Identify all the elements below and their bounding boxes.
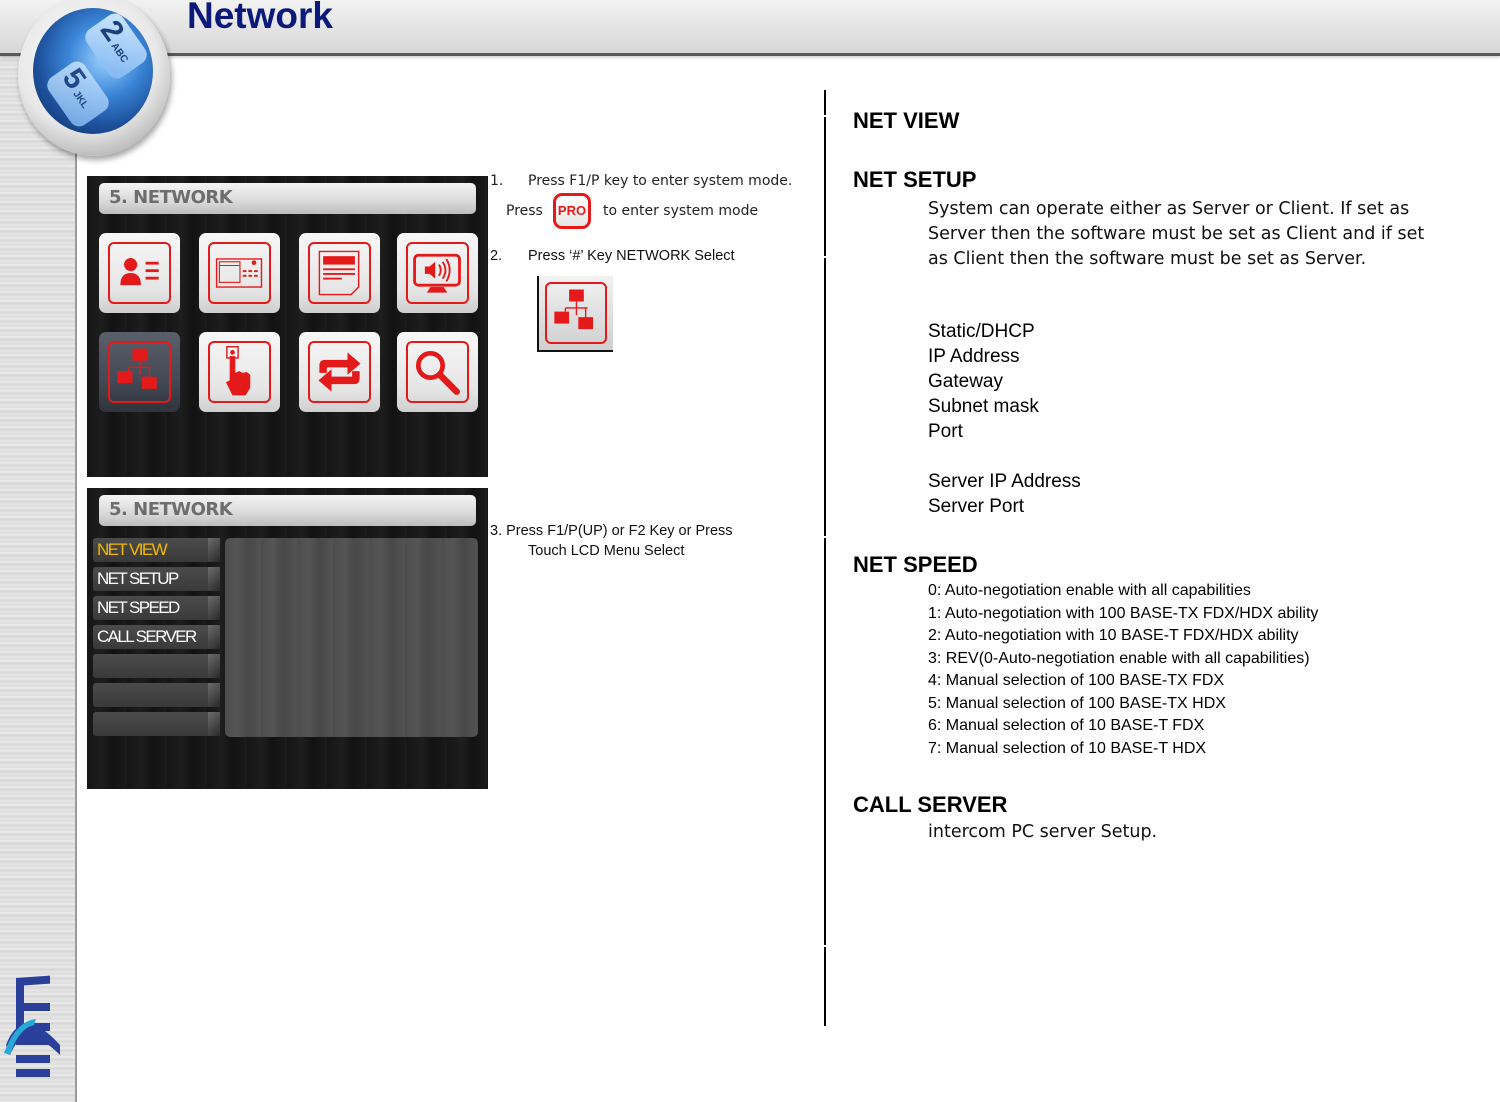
menu-item-net-view[interactable]: NET VIEW — [93, 538, 220, 562]
lcd-title-bar: 5. NETWORK — [99, 183, 476, 214]
left-sidebar-strip — [0, 0, 77, 1102]
contact-list-icon — [120, 258, 159, 286]
tile-network-selected[interactable] — [99, 332, 180, 412]
step-text: Press F1/P key to enter system mode. — [528, 173, 793, 189]
instruction-step-1: 1. Press F1/P key to enter system mode. — [490, 173, 792, 189]
key-digit: 5 — [55, 62, 93, 96]
menu-item-empty[interactable] — [93, 683, 220, 707]
menu-item-empty[interactable] — [93, 712, 220, 736]
speed-option: 3: REV(0-Auto-negotiation enable with al… — [928, 650, 1310, 667]
key-letters: ABC — [108, 40, 130, 66]
speed-option: 1: Auto-negotiation with 100 BASE-TX FDX… — [928, 605, 1319, 622]
tile-phone-device[interactable] — [199, 233, 280, 313]
menu-item-empty[interactable] — [93, 654, 220, 678]
tile-repeat[interactable] — [299, 332, 380, 412]
lcd-screen-icon-grid: 5. NETWORK — [87, 176, 488, 477]
document-icon — [318, 250, 360, 296]
pro-button-icon: PRO — [553, 193, 591, 229]
field-subnet-mask: Subnet mask — [928, 396, 1039, 417]
heading-call-server: CALL SERVER — [853, 792, 1008, 817]
instruction-step-2: 2. Press ‘#’ Key NETWORK Select — [490, 248, 735, 264]
field-static-dhcp: Static/DHCP — [928, 321, 1035, 342]
key-letters: JKL — [70, 88, 91, 111]
divider-gap — [824, 945, 826, 947]
menu-item-call-server[interactable]: CALL SERVER — [93, 625, 220, 649]
field-server-ip-address: Server IP Address — [928, 471, 1081, 492]
tile-monitor-speaker[interactable] — [397, 233, 478, 313]
step-text: Press ‘#’ Key NETWORK Select — [528, 248, 735, 264]
monitor-speaker-icon — [413, 253, 461, 293]
menu-item-net-speed[interactable]: NET SPEED — [93, 596, 220, 620]
speed-option: 0: Auto-negotiation enable with all capa… — [928, 582, 1251, 599]
keypad-image: 2ABC 5JKL — [33, 8, 153, 134]
heading-net-view: NET VIEW — [853, 108, 960, 133]
heading-net-setup: NET SETUP — [853, 167, 977, 192]
speed-option: 7: Manual selection of 10 BASE-T HDX — [928, 740, 1207, 757]
keypad-badge-icon: 2ABC 5JKL — [18, 0, 170, 156]
call-server-description: intercom PC server Setup. — [928, 822, 1158, 842]
keypad-key-5: 5JKL — [43, 57, 113, 131]
instruction-step-1b-prefix: Press — [506, 203, 543, 219]
key-digit: 2 — [93, 14, 131, 48]
network-icon — [554, 289, 594, 330]
instruction-step-1b-suffix: to enter system mode — [603, 203, 759, 219]
field-server-port: Server Port — [928, 496, 1025, 517]
field-ip-address: IP Address — [928, 346, 1020, 367]
keypad-key-2: 2ABC — [81, 9, 151, 83]
field-port: Port — [928, 421, 963, 442]
tile-search[interactable] — [397, 332, 478, 412]
instruction-step-3-line1: 3. Press F1/P(UP) or F2 Key or Press — [490, 523, 733, 539]
search-icon — [415, 350, 460, 395]
tile-contacts[interactable] — [99, 233, 180, 313]
net-setup-description: System can operate either as Server or C… — [928, 199, 1425, 269]
page-title: Network — [187, 0, 333, 36]
vertical-divider — [824, 90, 826, 1026]
tile-touch[interactable] — [199, 332, 280, 412]
speed-option: 4: Manual selection of 100 BASE-TX FDX — [928, 672, 1225, 689]
divider-gap — [824, 115, 826, 117]
speed-option: 5: Manual selection of 100 BASE-TX HDX — [928, 695, 1226, 712]
field-gateway: Gateway — [928, 371, 1003, 392]
repeat-arrows-icon — [318, 352, 361, 392]
speed-option: 2: Auto-negotiation with 10 BASE-T FDX/H… — [928, 627, 1299, 644]
network-icon — [117, 348, 157, 389]
speed-option: 6: Manual selection of 10 BASE-T FDX — [928, 717, 1205, 734]
lcd-title-bar: 5. NETWORK — [99, 495, 476, 526]
lcd-content-pane — [225, 538, 478, 737]
lcd-screen-network-menu: 5. NETWORK NET VIEW NET SETUP NET SPEED … — [87, 488, 488, 789]
phone-device-icon — [215, 258, 263, 288]
step-number: 2. — [490, 248, 503, 264]
idti-logo-icon — [4, 975, 60, 1077]
touch-hand-icon — [225, 346, 251, 396]
network-button-image — [537, 276, 613, 352]
heading-net-speed: NET SPEED — [853, 552, 978, 577]
instruction-step-3-line2: Touch LCD Menu Select — [528, 543, 685, 559]
step-number: 1. — [490, 173, 504, 189]
tile-document[interactable] — [299, 233, 380, 313]
menu-item-net-setup[interactable]: NET SETUP — [93, 567, 220, 591]
divider-gap — [824, 256, 826, 258]
divider-gap — [824, 536, 826, 538]
